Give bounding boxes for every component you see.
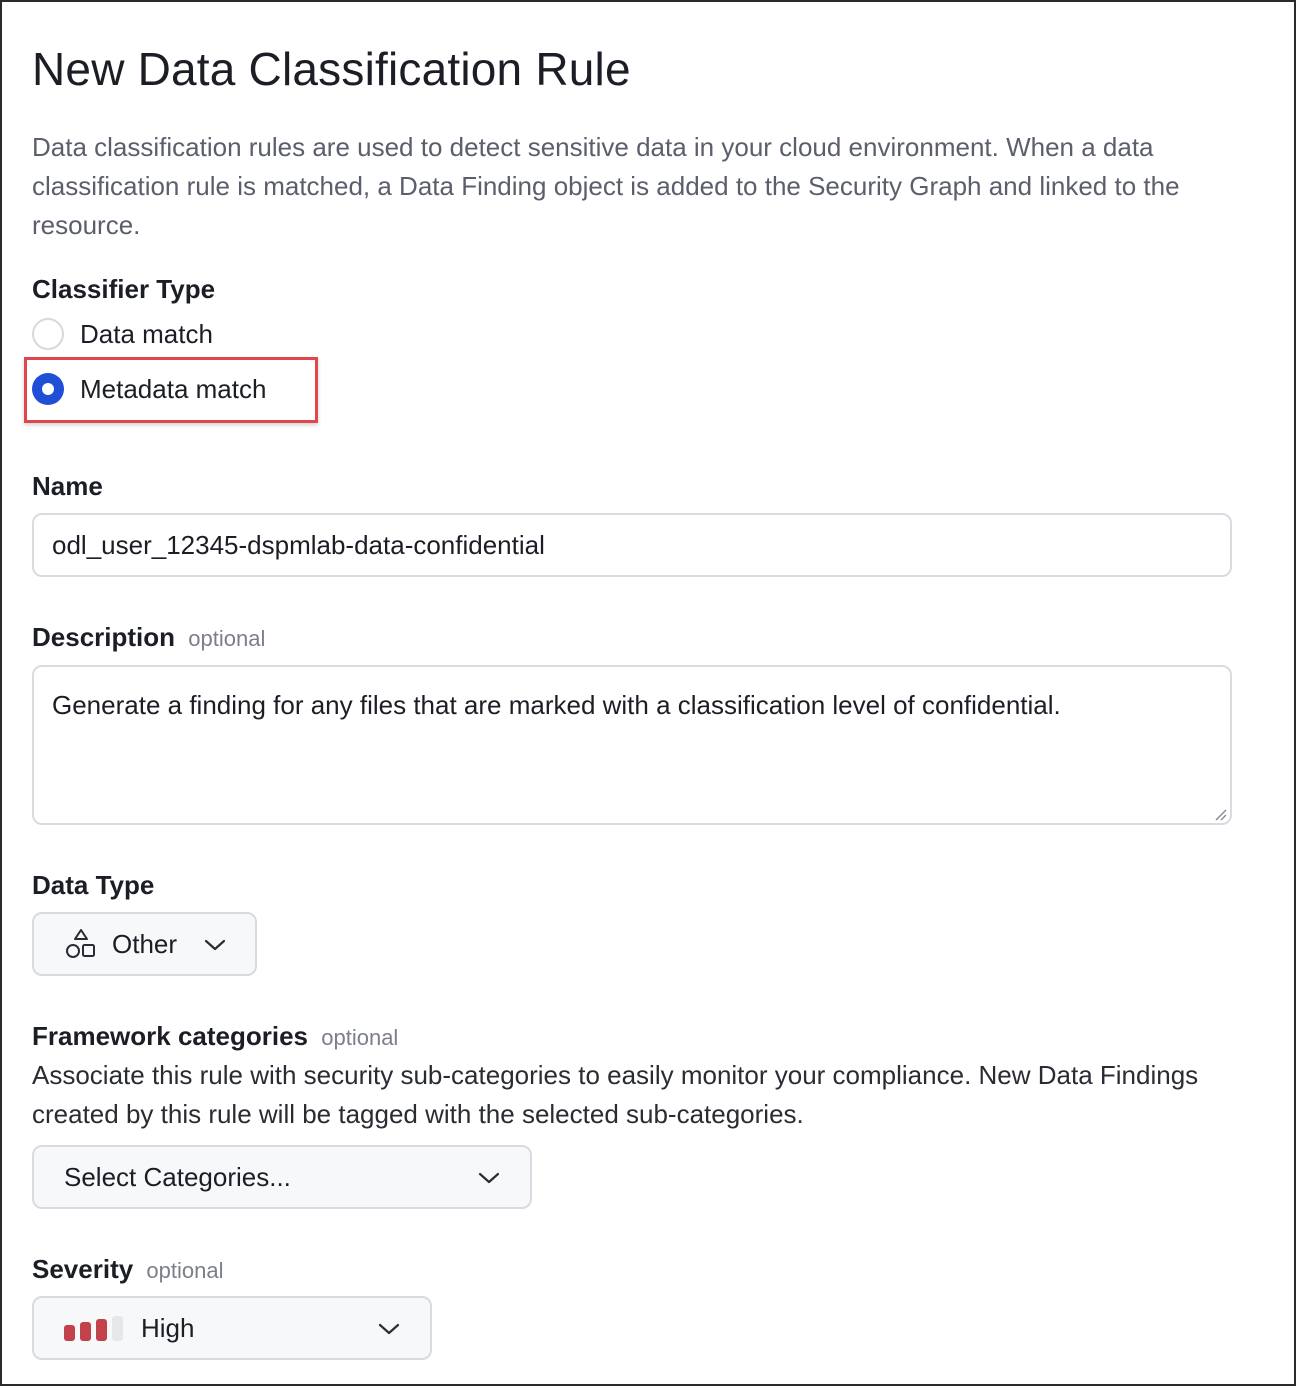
severity-bar-2	[80, 1321, 91, 1341]
description-label-text: Description	[32, 622, 176, 652]
framework-label: Framework categories optional	[32, 1021, 398, 1052]
framework-help-text: Associate this rule with security sub-ca…	[32, 1060, 1199, 1129]
form-panel: New Data Classification Rule Data classi…	[0, 0, 1296, 1386]
chevron-down-icon	[378, 1323, 400, 1335]
severity-optional-tag: optional	[146, 1258, 224, 1283]
severity-label: Severity optional	[32, 1254, 224, 1285]
description-label: Description optional	[32, 622, 265, 653]
classifier-type-label: Classifier Type	[32, 274, 216, 304]
chevron-down-icon	[478, 1172, 500, 1184]
severity-bar-4	[112, 1315, 123, 1341]
severity-bar-1	[64, 1324, 75, 1341]
name-input[interactable]	[32, 513, 1232, 577]
severity-label-text: Severity	[32, 1254, 134, 1284]
name-label: Name	[32, 471, 103, 501]
radio-metadata-match[interactable]: Metadata match	[32, 372, 266, 406]
radio-metadata-match-indicator[interactable]	[32, 373, 64, 405]
radio-data-match-indicator[interactable]	[32, 318, 64, 350]
data-type-select[interactable]: Other	[32, 912, 257, 976]
chevron-down-icon	[204, 939, 226, 951]
severity-bar-3	[96, 1318, 107, 1341]
description-textarea[interactable]: Generate a finding for any files that ar…	[32, 665, 1232, 825]
data-type-label: Data Type	[32, 870, 155, 900]
shapes-icon	[66, 929, 95, 958]
framework-label-text: Framework categories	[32, 1021, 309, 1051]
categories-select[interactable]: Select Categories...	[32, 1145, 532, 1209]
categories-placeholder: Select Categories...	[64, 1161, 291, 1192]
severity-value: High	[141, 1312, 195, 1343]
data-type-value: Other	[112, 928, 178, 959]
severity-bars-icon	[64, 1315, 123, 1341]
severity-select[interactable]: High	[32, 1296, 432, 1360]
framework-optional-tag: optional	[321, 1025, 399, 1050]
page-title: New Data Classification Rule	[32, 43, 631, 95]
radio-data-match-label: Data match	[80, 318, 213, 349]
radio-metadata-match-label: Metadata match	[80, 373, 267, 404]
intro-text: Data classification rules are used to de…	[32, 132, 1180, 240]
description-optional-tag: optional	[188, 626, 266, 651]
radio-data-match[interactable]: Data match	[32, 317, 213, 351]
